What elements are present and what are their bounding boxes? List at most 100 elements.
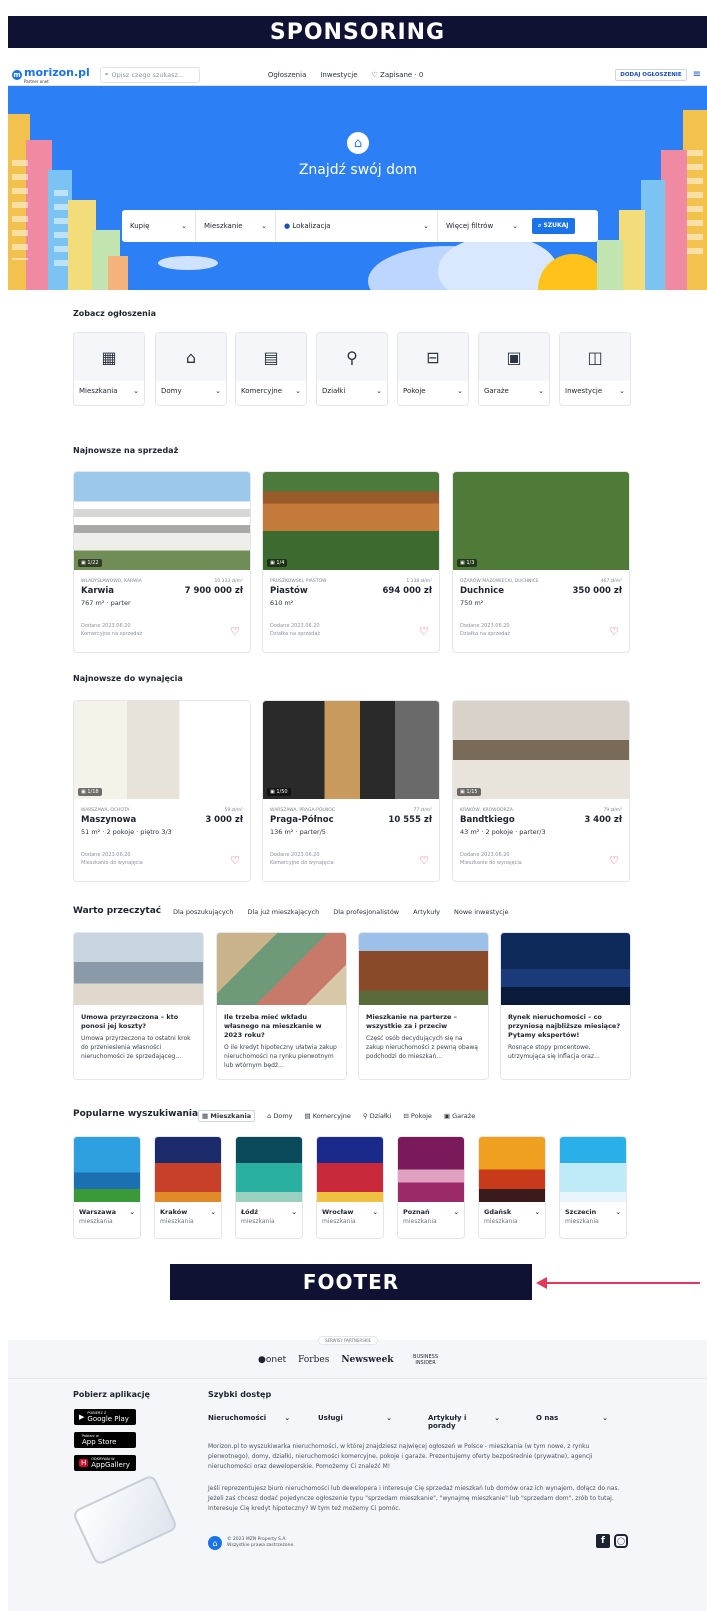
favorite-heart-icon[interactable]: ♡: [609, 854, 619, 867]
nav-ogloszenia[interactable]: Ogłoszenia: [268, 71, 307, 79]
category-4[interactable]: ⊟ Pokoje ⌄: [397, 332, 469, 406]
popular-city-card[interactable]: Kraków ⌄ mieszkania: [154, 1136, 222, 1239]
listing-photo[interactable]: ▣ 1/4: [263, 472, 439, 570]
listing-details: 750 m²: [460, 599, 484, 607]
city-subtitle: mieszkania: [160, 1218, 194, 1225]
tab-new-investments[interactable]: Nowe inwestycje: [454, 908, 509, 916]
city-illustration: [479, 1137, 545, 1202]
logo[interactable]: m morizon.pl Partner onet: [12, 66, 90, 84]
photo-count: ▣ 1/4: [267, 559, 288, 567]
badge-name: AppGallery: [91, 1461, 130, 1469]
photo-count-value: 1/22: [87, 560, 99, 566]
popular-tab-apartments[interactable]: ▦ Mieszkania: [198, 1110, 256, 1122]
transaction-select[interactable]: Kupię ⌄: [122, 210, 196, 242]
listing-name: Praga-Północ: [270, 815, 334, 825]
tab-articles[interactable]: Artykuły: [413, 908, 440, 916]
listing-details: 51 m² · 2 pokoje · piętro 3/3: [81, 828, 172, 836]
chevron-down-icon: ⌄: [453, 1208, 459, 1216]
photo-count: ▣ 1/18: [78, 788, 102, 796]
photo-count-value: 1/3: [466, 560, 475, 566]
listing-photo[interactable]: ▣ 1/50: [263, 701, 439, 799]
category-3[interactable]: ⚲ Działki ⌄: [316, 332, 388, 406]
google-play-badge[interactable]: ▶ POBIERZ Z Google Play: [74, 1409, 136, 1425]
listing-details: 767 m² · parter: [81, 599, 131, 607]
popular-tab-plots[interactable]: ⚲ Działki: [363, 1112, 391, 1120]
partner-business-insider[interactable]: BUSINESS INSIDER: [406, 1354, 446, 1366]
add-listing-button[interactable]: DODAJ OGŁOSZENIE: [615, 68, 687, 81]
favorite-heart-icon[interactable]: ♡: [230, 625, 240, 638]
location-input[interactable]: ● Lokalizacja ⌄: [276, 210, 438, 242]
listing-card[interactable]: ▣ 1/3 OŻARÓW MAZOWIECKI, DUCHNICE 467 zł/…: [452, 471, 630, 653]
photo-count-value: 1/4: [276, 560, 285, 566]
listing-photo[interactable]: ▣ 1/3: [453, 472, 629, 570]
facebook-icon[interactable]: f: [596, 1534, 610, 1548]
category-1[interactable]: ⌂ Domy ⌄: [155, 332, 227, 406]
partner-newsweek[interactable]: Newsweek: [341, 1355, 393, 1365]
popular-city-card[interactable]: Wrocław ⌄ mieszkania: [316, 1136, 384, 1239]
tab-for-professionals[interactable]: Dla profesjonalistów: [333, 908, 399, 916]
popular-city-card[interactable]: Gdańsk ⌄ mieszkania: [478, 1136, 546, 1239]
listing-card[interactable]: ▣ 1/50 WARSZAWA, PRAGA-PÓŁNOC 77 zł/m² Pr…: [262, 700, 440, 882]
popular-city-card[interactable]: Poznań ⌄ mieszkania: [397, 1136, 465, 1239]
quick-services[interactable]: Usługi ⌄: [318, 1414, 410, 1430]
camera-icon: ▣: [81, 560, 86, 566]
tab-for-seekers[interactable]: Dla poszukujących: [173, 908, 233, 916]
article-card[interactable]: Rynek nieruchomości – co przyniosą najbl…: [500, 932, 631, 1080]
article-card[interactable]: Mieszkanie na parterze – wszystkie za i …: [358, 932, 489, 1080]
nav-saved[interactable]: ♡ Zapisane · 0: [372, 71, 424, 79]
nav-inwestycje[interactable]: Inwestycje: [320, 71, 357, 79]
search-icon: ⌕: [538, 222, 542, 229]
favorite-heart-icon[interactable]: ♡: [609, 625, 619, 638]
articles-tabs: Dla poszukujących Dla już mieszkających …: [173, 908, 509, 916]
popular-tab-commercial[interactable]: ▤ Komercyjne: [305, 1112, 351, 1120]
chevron-down-icon: ⌄: [129, 1208, 135, 1216]
app-gallery-badge[interactable]: H ODKRYWAJ W AppGallery: [74, 1455, 136, 1471]
chevron-down-icon: ⌄: [181, 222, 187, 230]
favorite-heart-icon[interactable]: ♡: [419, 854, 429, 867]
quick-about[interactable]: O nas ⌄: [536, 1414, 626, 1430]
listing-card[interactable]: ▣ 1/18 WARSZAWA, OCHOTA 59 zł/m² Maszynow…: [73, 700, 251, 882]
partner-onet[interactable]: ●onet: [258, 1355, 286, 1365]
popular-city-card[interactable]: Szczecin ⌄ mieszkania: [559, 1136, 627, 1239]
favorite-heart-icon[interactable]: ♡: [419, 625, 429, 638]
quick-label: O nas: [536, 1414, 559, 1422]
plot-icon: ⚲: [346, 347, 358, 367]
tab-for-residents[interactable]: Dla już mieszkających: [247, 908, 319, 916]
article-excerpt: Umowa przyrzeczona to ostatni krok do pr…: [81, 1035, 191, 1060]
popular-city-card[interactable]: Warszawa ⌄ mieszkania: [73, 1136, 141, 1239]
app-store-badge[interactable]: Pobierz w App Store: [74, 1432, 136, 1448]
price-per-meter: 467 zł/m²: [600, 579, 622, 584]
popular-tab-rooms[interactable]: ⊟ Pokoje: [403, 1112, 432, 1120]
quick-label: Usługi: [318, 1414, 343, 1422]
property-type-select[interactable]: Mieszkanie ⌄: [196, 210, 276, 242]
listing-card[interactable]: ▣ 1/22 WŁADYSŁAWOWO, KARWIA 10 333 zł/m² …: [73, 471, 251, 653]
article-card[interactable]: Ile trzeba mieć wkładu własnego na miesz…: [216, 932, 347, 1080]
category-6[interactable]: ◫ Inwestycje ⌄: [559, 332, 631, 406]
category-2[interactable]: ▤ Komercyjne ⌄: [235, 332, 307, 406]
listing-name: Bandtkiego: [460, 815, 515, 825]
sponsoring-label: SPONSORING: [8, 16, 707, 48]
more-filters-select[interactable]: Więcej filtrów ⌄: [438, 210, 526, 242]
listing-photo[interactable]: ▣ 1/15: [453, 701, 629, 799]
search-input[interactable]: ⌕ Opisz czego szukasz...: [99, 66, 200, 83]
category-5[interactable]: ▣ Garaże ⌄: [478, 332, 550, 406]
quick-articles[interactable]: Artykuły i porady ⌄: [428, 1414, 518, 1430]
article-card[interactable]: Umowa przyrzeczona – kto ponosi jej kosz…: [73, 932, 204, 1080]
search-button[interactable]: ⌕ SZUKAJ: [532, 218, 575, 234]
listing-photo[interactable]: ▣ 1/22: [74, 472, 250, 570]
listing-photo[interactable]: ▣ 1/18: [74, 701, 250, 799]
category-0[interactable]: ▦ Mieszkania ⌄: [73, 332, 145, 406]
popular-tab-houses[interactable]: ⌂ Domy: [267, 1112, 292, 1120]
instagram-icon[interactable]: ◯: [614, 1534, 628, 1548]
listing-card[interactable]: ▣ 1/15 KRAKÓW, KROWODRZA 79 zł/m² Bandtki…: [452, 700, 630, 882]
city-subtitle: mieszkania: [484, 1218, 518, 1225]
popular-city-card[interactable]: Łódź ⌄ mieszkania: [235, 1136, 303, 1239]
favorite-heart-icon[interactable]: ♡: [230, 854, 240, 867]
popular-tab-garages[interactable]: ▣ Garaże: [444, 1112, 475, 1120]
listing-card[interactable]: ▣ 1/4 PRUSZKOWSKI, PIASTÓW 1 138 zł/m² Pi…: [262, 471, 440, 653]
partner-forbes[interactable]: Forbes: [298, 1355, 329, 1365]
city-subtitle: mieszkania: [403, 1218, 437, 1225]
category-label: Domy: [161, 387, 182, 395]
quick-real-estate[interactable]: Nieruchomości ⌄: [208, 1414, 300, 1430]
menu-icon[interactable]: ≡: [693, 69, 701, 80]
